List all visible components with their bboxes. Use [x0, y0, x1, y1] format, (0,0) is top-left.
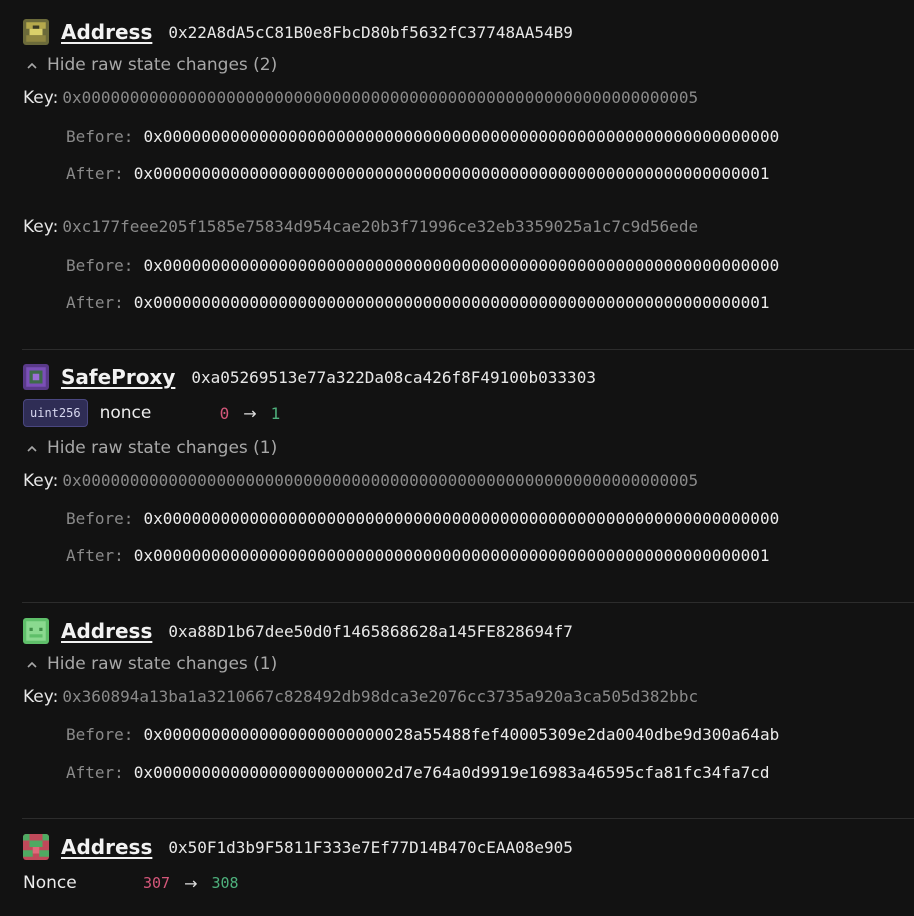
old-value: 307: [143, 874, 171, 892]
nonce-row: Nonce 307 → 308: [23, 873, 239, 893]
identicon-icon: [23, 19, 49, 45]
state-key-row: Key: 0x360894a13ba1a3210667c828492db98dc…: [23, 687, 698, 707]
account-header: Address 0x22A8dA5cC81B0e8FbcD80bf5632fC3…: [23, 19, 573, 45]
key-label: Key:: [23, 217, 59, 237]
after-value: 0x00000000000000000000000000000000000000…: [133, 164, 770, 183]
identicon-icon: [23, 364, 49, 390]
key-label: Key:: [23, 471, 59, 491]
hide-raw-state-toggle[interactable]: Hide raw state changes (1): [25, 654, 277, 674]
before-row: Before: 0x000000000000000000000000000000…: [66, 127, 779, 146]
address-label-link[interactable]: Address: [61, 20, 152, 44]
before-value: 0x00000000000000000000000028a55488fef400…: [143, 725, 780, 744]
chevron-up-icon: [25, 58, 39, 72]
key-value: 0x00000000000000000000000000000000000000…: [62, 471, 699, 490]
key-value: 0x360894a13ba1a3210667c828492db98dca3e20…: [62, 687, 699, 706]
after-value: 0x00000000000000000000000000000000000000…: [133, 293, 770, 312]
before-value: 0x00000000000000000000000000000000000000…: [143, 127, 780, 146]
key-label: Key:: [23, 88, 59, 108]
section-divider: [22, 818, 914, 819]
before-row: Before: 0x000000000000000000000000000000…: [66, 509, 779, 528]
address-hash: 0xa05269513e77a322Da08ca426f8F49100b0333…: [191, 367, 596, 387]
after-label: After:: [66, 546, 124, 565]
before-row: Before: 0x00000000000000000000000028a554…: [66, 725, 779, 744]
chevron-up-icon: [25, 441, 39, 455]
address-label-link[interactable]: Address: [61, 835, 152, 859]
address-label-link[interactable]: SafeProxy: [61, 365, 175, 389]
after-row: After: 0x0000000000000000000000000000000…: [66, 546, 770, 565]
before-label: Before:: [66, 509, 134, 528]
before-value: 0x00000000000000000000000000000000000000…: [143, 256, 780, 275]
state-key-row: Key: 0x000000000000000000000000000000000…: [23, 88, 698, 108]
after-row: After: 0x0000000000000000000000000000000…: [66, 293, 770, 312]
key-value: 0xc177feee205f1585e75834d954cae20b3f7199…: [62, 217, 699, 236]
new-value: 308: [211, 874, 239, 892]
new-value: 1: [270, 403, 281, 423]
old-value: 0: [219, 403, 230, 423]
before-label: Before:: [66, 127, 134, 146]
account-header: Address 0xa88D1b67dee50d0f1465868628a145…: [23, 618, 573, 644]
after-value: 0x0000000000000000000000002d7e764a0d9919…: [133, 763, 770, 782]
arrow-right-icon: →: [243, 403, 257, 423]
section-divider: [22, 349, 914, 350]
arrow-right-icon: →: [184, 873, 198, 893]
before-label: Before:: [66, 725, 134, 744]
identicon-icon: [23, 834, 49, 860]
state-key-row: Key: 0x000000000000000000000000000000000…: [23, 471, 698, 491]
after-row: After: 0x0000000000000000000000000000000…: [66, 164, 770, 183]
after-value: 0x00000000000000000000000000000000000000…: [133, 546, 770, 565]
state-key-row: Key: 0xc177feee205f1585e75834d954cae20b3…: [23, 217, 698, 237]
hide-raw-state-toggle[interactable]: Hide raw state changes (2): [25, 55, 277, 75]
nonce-label: Nonce: [23, 873, 77, 893]
after-row: After: 0x0000000000000000000000002d7e764…: [66, 763, 770, 782]
toggle-label: Hide raw state changes (2): [47, 55, 278, 75]
section-divider: [22, 602, 914, 603]
before-row: Before: 0x000000000000000000000000000000…: [66, 256, 779, 275]
chevron-up-icon: [25, 657, 39, 671]
variable-name: nonce: [99, 403, 152, 423]
account-header: SafeProxy 0xa05269513e77a322Da08ca426f8F…: [23, 364, 596, 390]
address-hash: 0xa88D1b67dee50d0f1465868628a145FE828694…: [168, 621, 573, 641]
type-badge: uint256: [23, 399, 88, 427]
before-label: Before:: [66, 256, 134, 275]
account-header: Address 0x50F1d3b9F5811F333e7Ef77D14B470…: [23, 834, 573, 860]
address-label-link[interactable]: Address: [61, 619, 152, 643]
address-hash: 0x22A8dA5cC81B0e8FbcD80bf5632fC37748AA54…: [168, 22, 573, 42]
decoded-state-row: uint256 nonce 0 → 1: [23, 399, 280, 427]
toggle-label: Hide raw state changes (1): [47, 438, 278, 458]
identicon-icon: [23, 618, 49, 644]
toggle-label: Hide raw state changes (1): [47, 654, 278, 674]
after-label: After:: [66, 763, 124, 782]
key-value: 0x00000000000000000000000000000000000000…: [62, 88, 699, 107]
after-label: After:: [66, 293, 124, 312]
before-value: 0x00000000000000000000000000000000000000…: [143, 509, 780, 528]
hide-raw-state-toggle[interactable]: Hide raw state changes (1): [25, 438, 277, 458]
after-label: After:: [66, 164, 124, 183]
address-hash: 0x50F1d3b9F5811F333e7Ef77D14B470cEAA08e9…: [168, 837, 573, 857]
key-label: Key:: [23, 687, 59, 707]
